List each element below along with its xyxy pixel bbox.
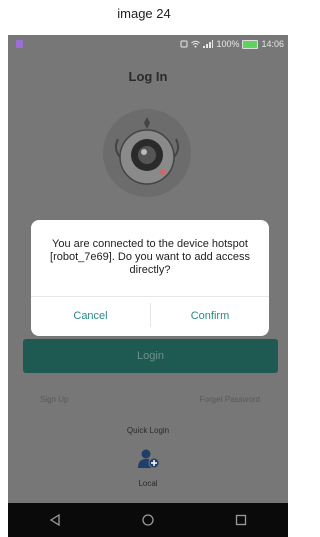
battery-icon — [242, 39, 259, 49]
back-triangle-icon — [49, 514, 60, 526]
home-circle-icon — [142, 514, 154, 526]
status-bar: 100% 14:06 — [8, 35, 288, 55]
home-button[interactable] — [133, 510, 163, 530]
hotspot-dialog: You are connected to the device hotspot … — [31, 220, 269, 336]
sign-up-link[interactable]: Sign Up — [40, 395, 68, 404]
app-notification-icon — [16, 40, 23, 48]
forget-password-link[interactable]: Forget Password — [200, 395, 260, 404]
login-button[interactable]: Login — [23, 339, 278, 373]
local-login-label[interactable]: Local — [8, 479, 288, 488]
phone-screen: 100% 14:06 Log In Login Sign Up Forget P… — [8, 35, 288, 537]
user-add-icon[interactable] — [138, 448, 160, 470]
nfc-icon — [180, 40, 188, 48]
wifi-icon — [191, 40, 201, 48]
quick-login-label: Quick Login — [126, 426, 170, 435]
dialog-message: You are connected to the device hotspot … — [50, 238, 250, 276]
signal-icon — [203, 40, 214, 48]
navigation-bar — [8, 503, 288, 537]
recent-square-icon — [236, 514, 247, 526]
confirm-button[interactable]: Confirm — [151, 296, 269, 336]
robot-avatar — [103, 109, 191, 197]
status-right: 100% 14:06 — [180, 39, 284, 49]
cancel-button[interactable]: Cancel — [31, 296, 150, 336]
recent-apps-button[interactable] — [226, 510, 256, 530]
robot-mascot-icon — [114, 117, 180, 185]
battery-percent: 100% — [216, 39, 240, 49]
status-time: 14:06 — [261, 39, 284, 49]
page-title: Log In — [128, 69, 168, 84]
back-button[interactable] — [40, 510, 70, 530]
image-caption: image 24 — [117, 6, 171, 21]
